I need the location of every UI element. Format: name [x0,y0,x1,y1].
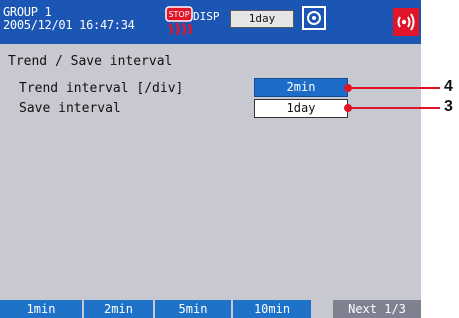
page-title: Trend / Save interval [8,54,173,69]
callout-number-3: 3 [444,98,453,115]
save-interval-label: Save interval [19,101,121,116]
save-interval-field[interactable]: 1day [254,99,348,118]
time-div-indicator: 1day [230,10,294,28]
recorder-screen: GROUP 1 2005/12/01 16:47:34 STOP DISP 1d… [0,0,421,318]
stop-icon: STOP [165,6,193,36]
softkey-bar: 1min 2min 5min 10min Next 1/3 [0,300,421,318]
display-mode-label: DISP [193,10,220,23]
status-header: GROUP 1 2005/12/01 16:47:34 STOP DISP 1d… [0,0,421,44]
softkey-5min[interactable]: 5min [155,300,233,318]
date-time: 2005/12/01 16:47:34 [3,18,135,32]
callout-line-3 [348,107,440,109]
callout-line-4 [348,87,440,89]
group-label: GROUP 1 [3,5,52,19]
trend-interval-label: Trend interval [/div] [19,81,184,96]
softkey-2min[interactable]: 2min [84,300,155,318]
trend-interval-field[interactable]: 2min [254,78,348,97]
softkey-10min[interactable]: 10min [233,300,313,318]
svg-text:STOP: STOP [168,10,189,19]
softkey-1min[interactable]: 1min [0,300,84,318]
alarm-sound-icon [393,8,419,36]
callout-number-4: 4 [444,78,453,95]
memory-icon [302,6,326,30]
softkey-next-page[interactable]: Next 1/3 [333,300,421,318]
